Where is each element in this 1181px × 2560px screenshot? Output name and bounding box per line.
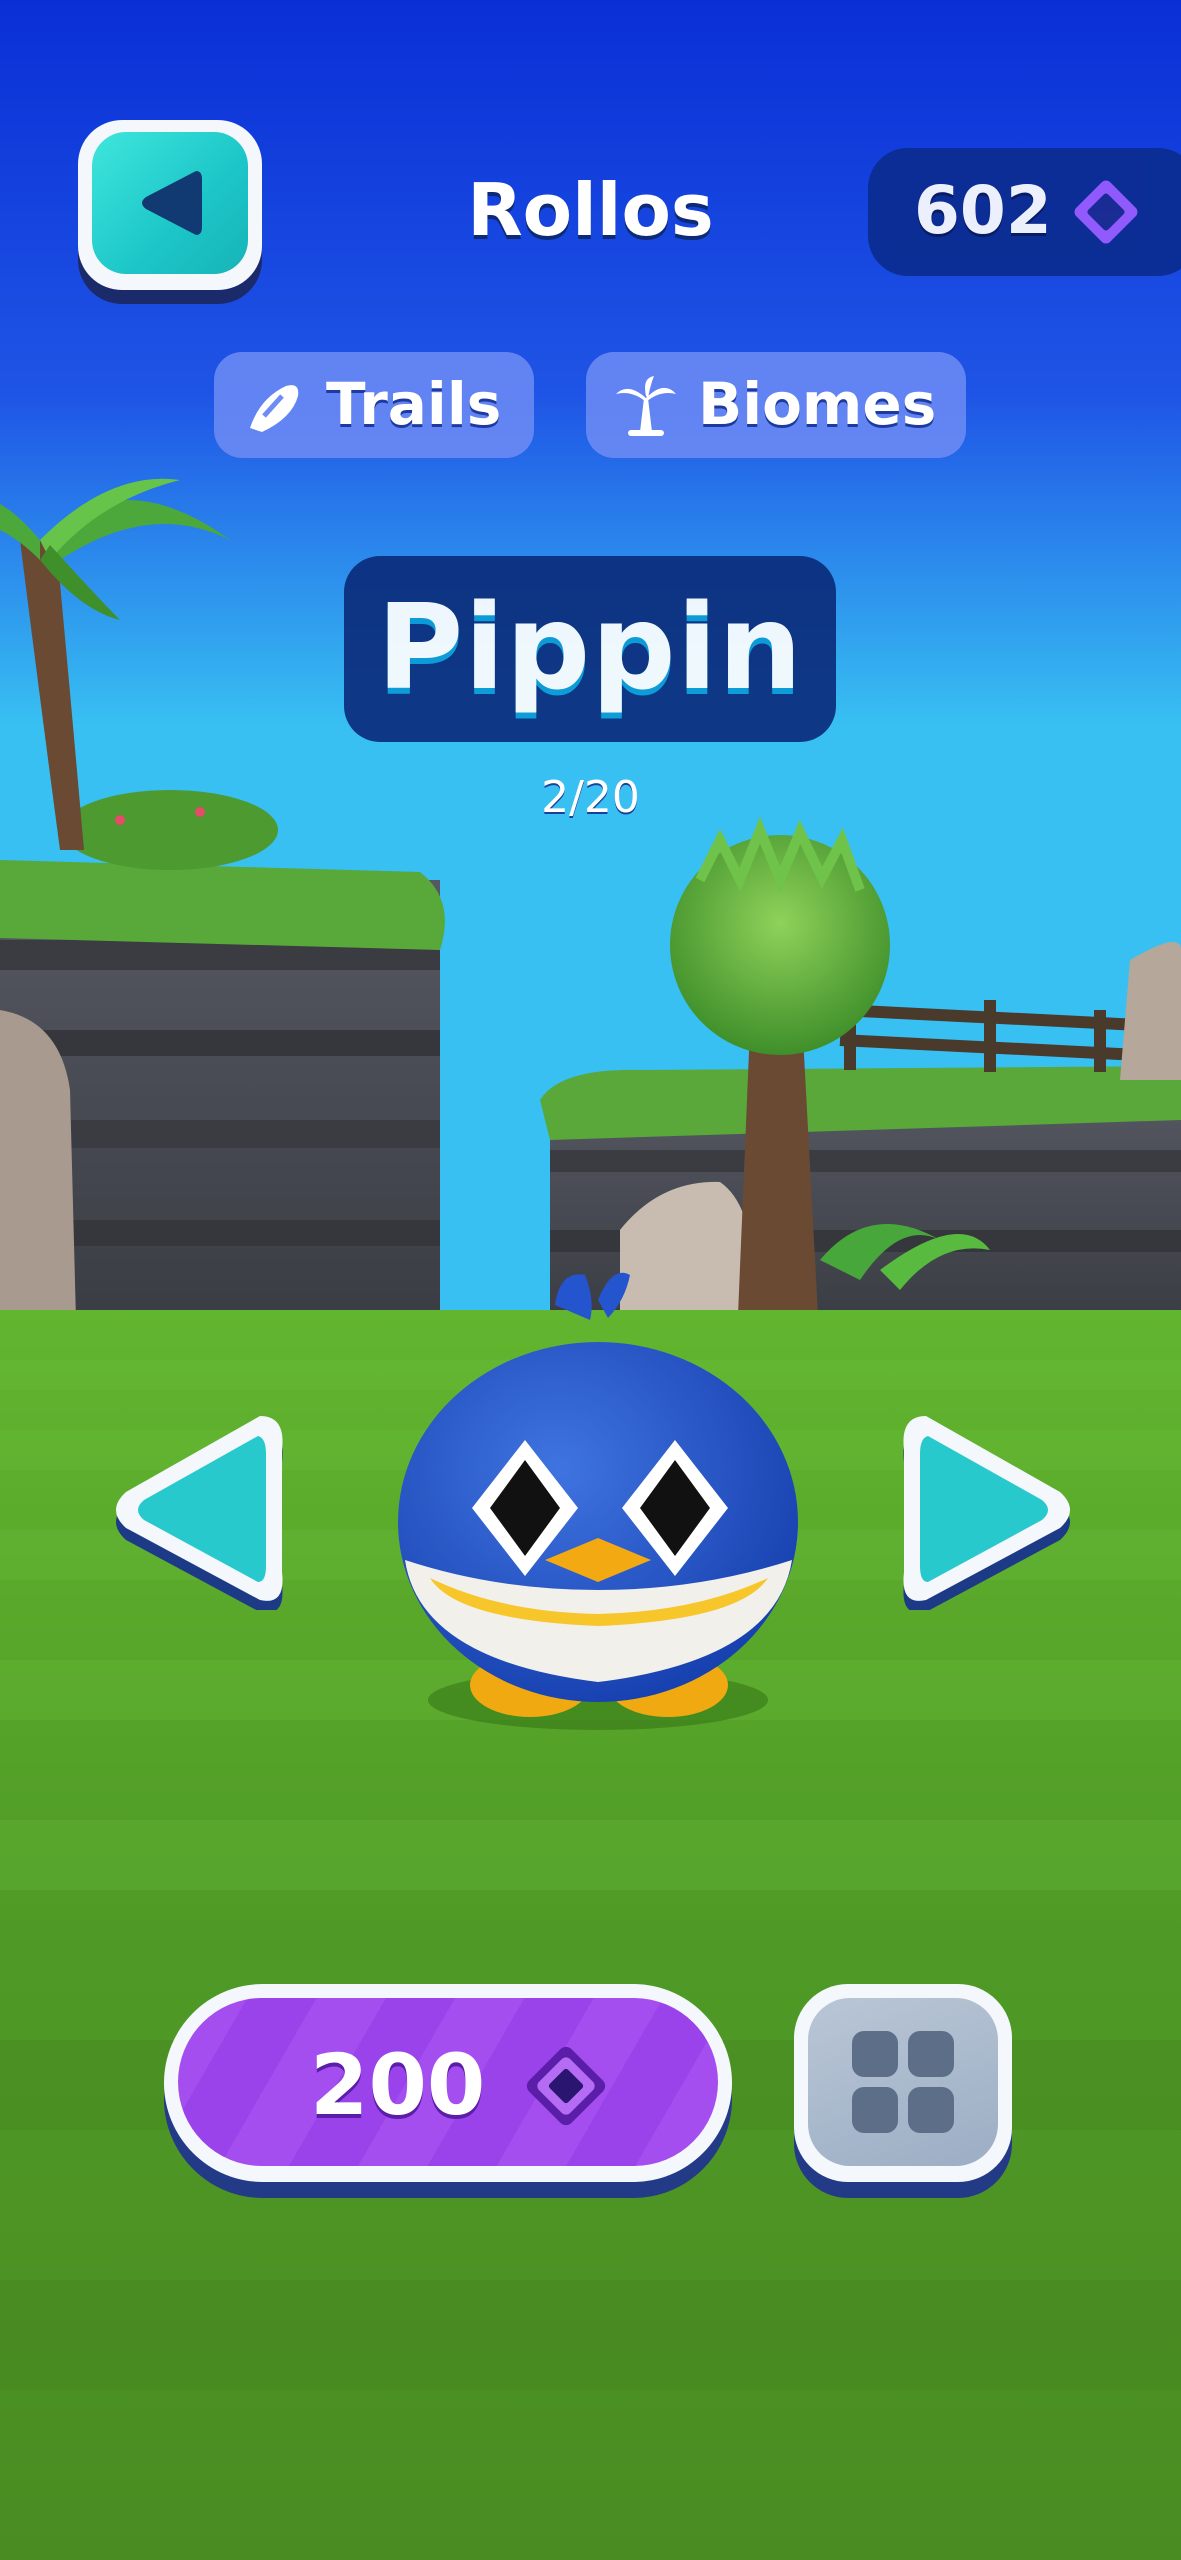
tab-biomes-label: Biomes [698,370,937,438]
palm-tree-icon [616,376,676,436]
character-counter: 2/20 [541,772,640,823]
trail-icon [250,385,299,432]
buy-price: 200 [310,2036,486,2134]
previous-character-button[interactable] [110,1410,290,1610]
gem-icon [1074,180,1138,244]
gem-icon [526,2046,606,2126]
grid-icon [852,2031,954,2133]
buy-character-button[interactable]: 200 [164,1984,732,2182]
collection-grid-button[interactable] [794,1984,1012,2182]
tab-trails[interactable]: Trails [214,352,534,458]
tab-biomes[interactable]: Biomes [586,352,966,458]
currency-display: 602 [868,148,1181,276]
character-name: Pippin [376,578,804,716]
next-character-button[interactable] [896,1410,1076,1610]
tab-trails-label: Trails [326,370,502,438]
currency-value: 602 [914,172,1052,249]
character-name-plate: Pippin [344,556,836,742]
